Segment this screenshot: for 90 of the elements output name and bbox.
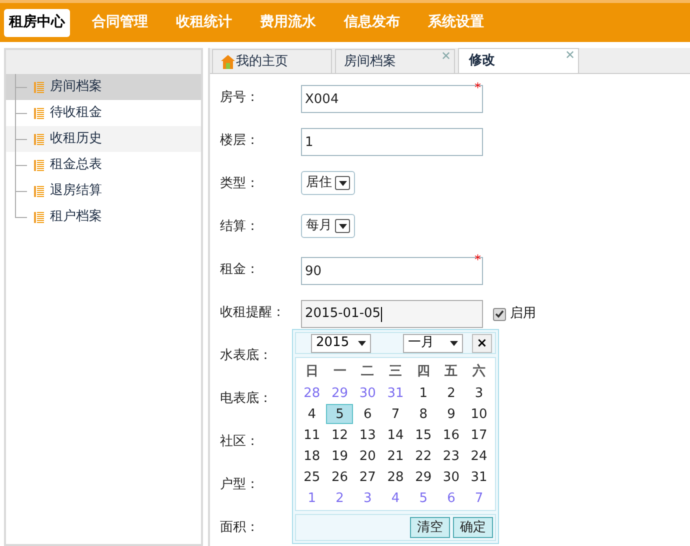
- day-cell[interactable]: 31: [466, 466, 493, 486]
- required-mark: *: [474, 254, 481, 267]
- house-icon: [221, 54, 235, 68]
- day-cell[interactable]: 26: [326, 466, 354, 486]
- day-cell[interactable]: 27: [354, 466, 382, 486]
- close-button[interactable]: ×: [472, 334, 492, 352]
- list-icon: [34, 160, 44, 170]
- caret-icon: [450, 340, 458, 346]
- day-cell[interactable]: 5: [326, 404, 354, 424]
- field-label: 面积：: [220, 519, 260, 537]
- caret-icon: [338, 224, 346, 228]
- day-cell[interactable]: 15: [410, 424, 437, 444]
- day-cell[interactable]: 28: [298, 382, 326, 402]
- field-label: 水表底：: [220, 347, 273, 365]
- day-cell[interactable]: 22: [410, 446, 437, 466]
- list-icon: [34, 134, 44, 144]
- caret-icon: [338, 180, 346, 186]
- required-mark: *: [474, 82, 481, 95]
- day-cell[interactable]: 5: [410, 488, 437, 508]
- day-cell[interactable]: 10: [466, 404, 493, 424]
- day-cell[interactable]: 14: [382, 424, 409, 444]
- day-cell[interactable]: 11: [298, 424, 326, 444]
- day-cell[interactable]: 9: [438, 404, 465, 424]
- date-field[interactable]: 2015-01-05: [301, 300, 483, 328]
- list-icon: [34, 82, 44, 92]
- weekday-label: 一: [332, 363, 348, 381]
- day-cell[interactable]: 6: [354, 404, 382, 424]
- field-label: 结算：: [220, 218, 260, 236]
- sidebar-item[interactable]: 收租历史: [6, 126, 201, 152]
- day-cell[interactable]: 1: [410, 382, 437, 402]
- day-cell[interactable]: 29: [410, 466, 437, 486]
- day-cell[interactable]: 21: [382, 446, 409, 466]
- day-cell[interactable]: 18: [298, 446, 326, 466]
- day-cell[interactable]: 30: [354, 382, 382, 402]
- field-label: 房号：: [220, 89, 260, 107]
- day-cell[interactable]: 31: [382, 382, 409, 402]
- calendar-button[interactable]: 清空: [410, 517, 450, 538]
- field-label: 类型：: [220, 175, 260, 193]
- day-cell[interactable]: 29: [326, 382, 354, 402]
- day-cell[interactable]: 6: [438, 488, 465, 508]
- day-cell[interactable]: 23: [438, 446, 465, 466]
- field-label: 租金：: [220, 261, 260, 279]
- weekday-label: 六: [471, 362, 487, 381]
- field-label: 电表底：: [220, 390, 273, 408]
- field-label: 户型：: [220, 476, 260, 494]
- day-cell[interactable]: 30: [438, 466, 465, 486]
- nav-tab[interactable]: 租房中心: [4, 8, 70, 36]
- day-cell[interactable]: 2: [326, 488, 354, 508]
- day-cell[interactable]: 12: [326, 424, 354, 444]
- month-select[interactable]: 一月: [403, 334, 463, 352]
- day-cell[interactable]: 2: [438, 382, 465, 402]
- field-label: 收租提醒：: [220, 304, 286, 322]
- dropdown[interactable]: 居住: [301, 171, 355, 195]
- day-cell[interactable]: 3: [466, 382, 493, 402]
- checkmark-icon: [495, 310, 504, 318]
- dropdown[interactable]: 每月: [301, 214, 355, 238]
- day-cell[interactable]: 16: [438, 424, 465, 444]
- text-field[interactable]: 1: [301, 128, 483, 156]
- year-select[interactable]: 2015: [311, 334, 371, 352]
- field-label: 社区：: [220, 433, 260, 451]
- day-cell[interactable]: 3: [354, 488, 382, 508]
- weekday-label: 二: [360, 363, 376, 381]
- day-cell[interactable]: 7: [466, 488, 493, 508]
- day-cell[interactable]: 8: [410, 404, 437, 424]
- day-cell[interactable]: 28: [382, 466, 409, 486]
- weekday-label: 日: [304, 363, 320, 381]
- day-cell[interactable]: 4: [298, 404, 326, 424]
- list-icon: [34, 108, 44, 118]
- tab[interactable]: 房间档案 ✕: [335, 49, 455, 73]
- day-cell[interactable]: 19: [326, 446, 354, 466]
- calendar-button[interactable]: 确定: [453, 517, 493, 538]
- tab[interactable]: 修改 ✕: [458, 48, 579, 73]
- day-cell[interactable]: 20: [354, 446, 382, 466]
- list-icon: [34, 186, 44, 196]
- day-cell[interactable]: 4: [382, 488, 409, 508]
- day-cell[interactable]: 13: [354, 424, 382, 444]
- tab[interactable]: 我的主页: [212, 49, 332, 73]
- day-cell[interactable]: 7: [382, 404, 409, 424]
- day-cell[interactable]: 1: [298, 488, 326, 508]
- weekday-label: 五: [444, 363, 459, 381]
- enable-checkbox[interactable]: 启用: [493, 304, 536, 324]
- field-label: 楼层：: [220, 132, 260, 150]
- day-cell[interactable]: 17: [466, 424, 493, 444]
- sidebar-item[interactable]: 房间档案: [6, 74, 201, 100]
- caret-icon: [358, 340, 366, 346]
- weekday-label: 三: [388, 363, 403, 381]
- list-icon: [34, 212, 44, 222]
- day-cell[interactable]: 24: [466, 446, 493, 466]
- day-cell[interactable]: 25: [298, 466, 326, 486]
- weekday-label: 四: [416, 363, 431, 381]
